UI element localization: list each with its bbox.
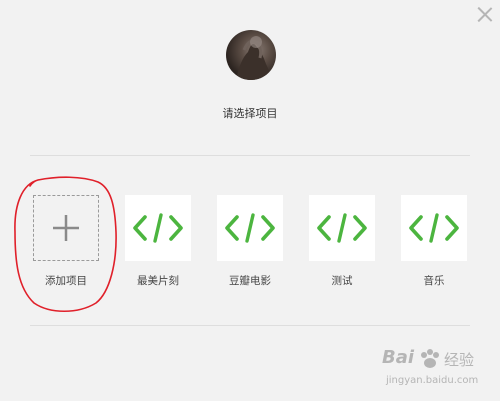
project-label-zuimei: 最美片刻	[137, 275, 179, 287]
avatar	[226, 30, 276, 80]
project-tile-music[interactable]	[401, 195, 467, 261]
project-label-douban: 豆瓣电影	[229, 275, 271, 287]
watermark-brand-right: 经验	[444, 351, 475, 369]
paw-icon	[421, 349, 439, 368]
dialog-prompt: 请选择项目	[222, 107, 278, 120]
watermark-url: jingyan.baidu.com	[386, 375, 479, 386]
project-label-music: 音乐	[423, 275, 445, 287]
plus-icon	[53, 215, 79, 241]
code-icon	[317, 213, 367, 243]
baidu-jingyan-watermark: Bai 经验 jingyan.baidu.com	[380, 347, 495, 395]
code-icon	[409, 213, 459, 243]
divider-bottom	[30, 325, 470, 326]
add-project-button[interactable]	[33, 195, 99, 261]
project-label-test: 测试	[331, 275, 353, 287]
add-project-label: 添加项目	[45, 275, 87, 287]
code-icon	[133, 213, 183, 243]
code-icon	[225, 213, 275, 243]
project-tile-douban[interactable]	[217, 195, 283, 261]
divider-top	[30, 155, 470, 156]
project-tile-zuimei[interactable]	[125, 195, 191, 261]
close-icon[interactable]	[476, 6, 494, 24]
watermark-brand-left: Bai	[382, 347, 415, 368]
project-tile-test[interactable]	[309, 195, 375, 261]
